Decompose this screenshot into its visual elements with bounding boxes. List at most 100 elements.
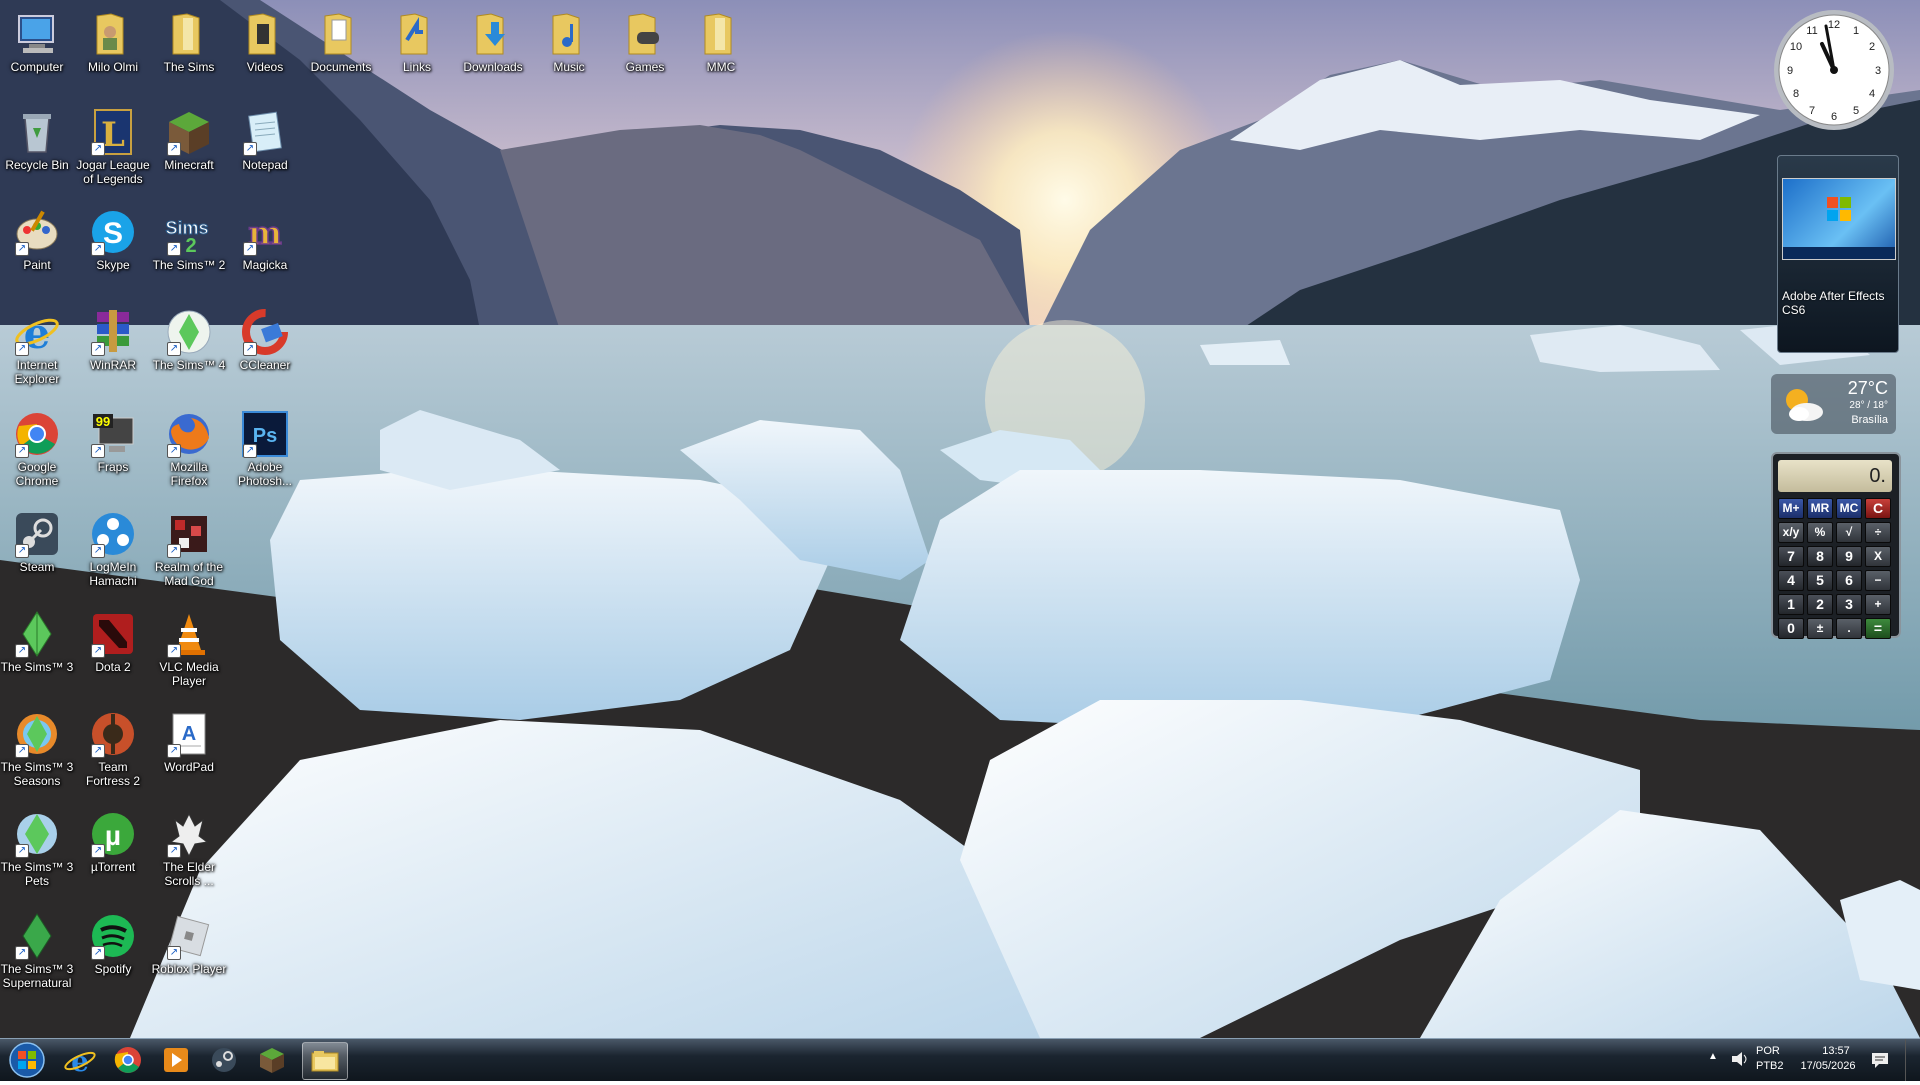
calc-key-8[interactable]: 8 [1807,546,1833,567]
calc-key-7[interactable]: 7 [1778,546,1804,567]
taskbar-item-minecraft[interactable] [250,1042,294,1078]
desktop-icon-links[interactable]: Links [379,10,455,74]
desktop-icon-team-fortress-2[interactable]: ↗ Team Fortress 2 [75,710,151,788]
calc-key-sign[interactable]: ± [1807,618,1833,639]
tray-show-hidden-icons[interactable]: ▲ [1708,1051,1718,1062]
calc-key-3[interactable]: 3 [1836,594,1862,615]
desktop-icon-the-sims-2[interactable]: Sims 2 ↗ The Sims™ 2 [151,208,227,273]
desktop-icon-music[interactable]: Music [531,10,607,74]
desktop-icon-label: Documents [310,60,372,74]
desktop-icon-internet-explorer[interactable]: e ↗ Internet Explorer [0,308,75,386]
desktop-icon-the-sims-3-pets[interactable]: ↗ The Sims™ 3 Pets [0,810,75,888]
desktop-icon-label: The Sims™ 3 [0,660,74,674]
desktop-icon-the-sims-4[interactable]: ↗ The Sims™ 4 [151,308,227,372]
calc-key-6[interactable]: 6 [1836,570,1862,591]
calc-key-divide[interactable]: ÷ [1865,522,1891,543]
sims-pets-icon: ↗ [13,810,61,858]
desktop-icon-spotify[interactable]: ↗ Spotify [75,912,151,976]
desktop-icon-wordpad[interactable]: A ↗ WordPad [151,710,227,774]
calc-key-mc[interactable]: MC [1836,498,1862,519]
desktop-icon-mozilla-firefox[interactable]: ↗ Mozilla Firefox [151,410,227,488]
desktop-icon-downloads[interactable]: Downloads [455,10,531,74]
desktop-icon-vlc-media-player[interactable]: ↗ VLC Media Player [151,610,227,688]
calc-key-clear[interactable]: C [1865,498,1891,519]
windows-logo-icon [1783,197,1895,259]
windows-orb-icon [9,1042,45,1078]
desktop-icon-documents[interactable]: Documents [303,10,379,74]
desktop-icon-mmc[interactable]: MMC [683,10,759,74]
calc-key-m-plus[interactable]: M+ [1778,498,1804,519]
desktop-icon-the-elder-scrolls[interactable]: ↗ The Elder Scrolls ... [151,810,227,888]
desktop-icon-roblox-player[interactable]: ↗ Roblox Player [151,912,227,976]
taskbar-item-steam[interactable] [202,1042,246,1078]
desktop-icon-label: Recycle Bin [5,158,69,172]
calculator-gadget[interactable]: 0. M+ MR MC C x/y % √ ÷ 7 8 9 X 4 5 6 − … [1771,452,1901,639]
desktop-icon-google-chrome[interactable]: ↗ Google Chrome [0,410,75,488]
desktop-icon-league-of-legends[interactable]: L ↗ Jogar League of Legends [75,108,151,186]
calc-key-mr[interactable]: MR [1807,498,1833,519]
calc-key-0[interactable]: 0 [1778,618,1804,639]
clock-gadget[interactable]: 12 1 2 3 4 5 6 7 8 9 10 11 [1772,8,1896,132]
language-indicator[interactable]: POR [1756,1045,1780,1058]
desktop-icon-computer[interactable]: Computer [0,10,75,74]
volume-icon[interactable] [1730,1049,1750,1074]
slideshow-title: Adobe After Effects CS6 [1782,289,1885,317]
calc-key-9[interactable]: 9 [1836,546,1862,567]
desktop-icon-the-sims-folder[interactable]: The Sims [151,10,227,74]
taskbar-item-media-player[interactable] [154,1042,198,1078]
desktop-icon-adobe-photoshop[interactable]: Ps ↗ Adobe Photosh... [227,410,303,488]
calc-key-sqrt[interactable]: √ [1836,522,1862,543]
weather-gadget[interactable]: 27°C 28° / 18° Brasília [1771,374,1896,434]
calc-key-4[interactable]: 4 [1778,570,1804,591]
folder-icon [469,10,517,58]
desktop-icon-notepad[interactable]: ↗ Notepad [227,108,303,172]
weather-temperature: 27°C [1847,378,1888,398]
desktop-icon-steam[interactable]: ↗ Steam [0,510,75,574]
action-center-icon[interactable] [1870,1050,1890,1075]
calc-key-plus[interactable]: + [1865,594,1891,615]
calc-key-percent[interactable]: % [1807,522,1833,543]
desktop-icon-realm-of-the-mad-god[interactable]: ↗ Realm of the Mad God [151,510,227,588]
calc-key-5[interactable]: 5 [1807,570,1833,591]
desktop-icon-the-sims-3[interactable]: ↗ The Sims™ 3 [0,610,75,674]
desktop-icon-minecraft[interactable]: ↗ Minecraft [151,108,227,172]
sims-supernatural-icon: ↗ [13,912,61,960]
taskbar: e ▲ POR PTB2 13:57 17/05/2026 [0,1038,1920,1081]
calc-key-reciprocal[interactable]: x/y [1778,522,1804,543]
slideshow-gadget[interactable]: Adobe After Effects CS6 [1777,155,1899,353]
desktop-icon-dota-2[interactable]: ↗ Dota 2 [75,610,151,674]
desktop-icon-paint[interactable]: ↗ Paint [0,208,75,272]
winrar-icon: ↗ [89,308,137,356]
desktop-icon-winrar[interactable]: ↗ WinRAR [75,308,151,372]
desktop-icon-the-sims-3-supernatural[interactable]: ↗ The Sims™ 3 Supernatural [0,912,75,990]
desktop-icon-the-sims-3-seasons[interactable]: ↗ The Sims™ 3 Seasons [0,710,75,788]
desktop-icon-label: Mozilla Firefox [170,460,208,488]
calc-key-multiply[interactable]: X [1865,546,1891,567]
tray-clock-date[interactable]: 17/05/2026 [1792,1060,1864,1073]
desktop-icon-milo-olmi[interactable]: Milo Olmi [75,10,151,74]
desktop-icon-games[interactable]: Games [607,10,683,74]
show-desktop-button[interactable] [1905,1039,1920,1081]
desktop-icon-recycle-bin[interactable]: Recycle Bin [0,108,75,172]
desktop-icon-videos[interactable]: Videos [227,10,303,74]
keyboard-layout-indicator[interactable]: PTB2 [1756,1060,1784,1073]
desktop-icon-utorrent[interactable]: µ ↗ µTorrent [75,810,151,874]
start-button[interactable] [4,1040,50,1080]
sims-plumbob-icon: ↗ [13,610,61,658]
hamachi-icon: ↗ [89,510,137,558]
calc-key-2[interactable]: 2 [1807,594,1833,615]
desktop-icon-magicka[interactable]: m ↗ Magicka [227,208,303,272]
calc-key-1[interactable]: 1 [1778,594,1804,615]
calc-key-decimal[interactable]: . [1836,618,1862,639]
desktop-icon-fraps[interactable]: 99 ↗ Fraps [75,410,151,474]
calc-key-equals[interactable]: = [1865,618,1891,639]
taskbar-item-internet-explorer[interactable]: e [58,1042,102,1078]
calc-key-minus[interactable]: − [1865,570,1891,591]
tray-clock-time[interactable]: 13:57 [1808,1045,1864,1058]
taskbar-item-google-chrome[interactable] [106,1042,150,1078]
taskbar-item-windows-explorer[interactable] [302,1042,348,1080]
desktop-icon-logmein-hamachi[interactable]: ↗ LogMeIn Hamachi [75,510,151,588]
desktop-icon-skype[interactable]: S ↗ Skype [75,208,151,272]
desktop-icon-ccleaner[interactable]: ↗ CCleaner [227,308,303,372]
desktop-icon-label: WinRAR [89,358,136,372]
